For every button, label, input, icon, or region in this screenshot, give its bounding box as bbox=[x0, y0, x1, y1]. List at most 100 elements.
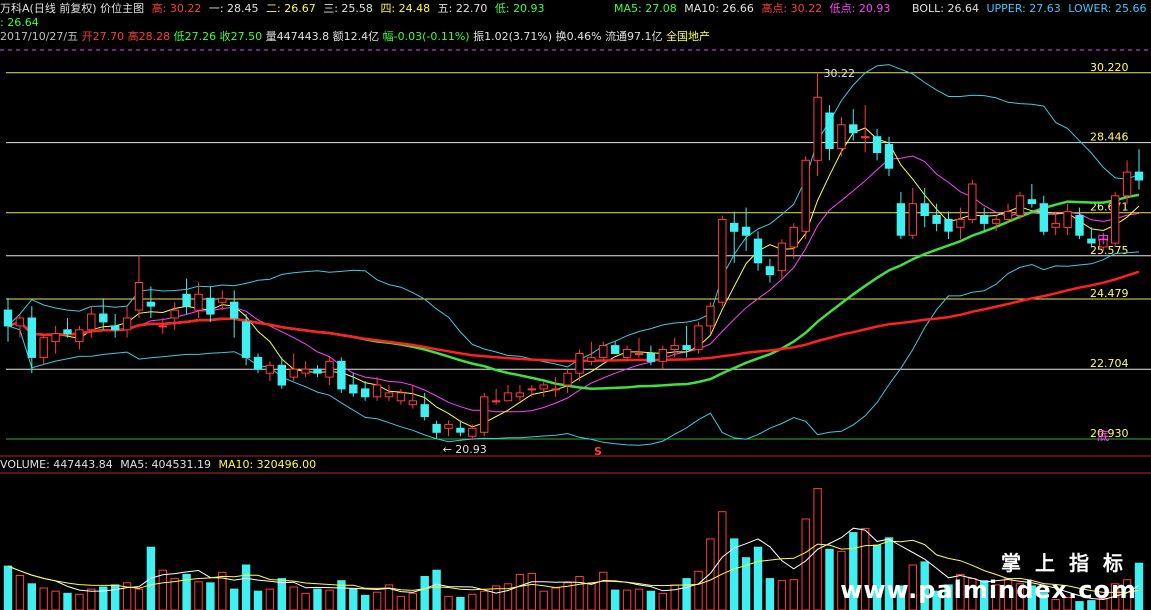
candle-body bbox=[122, 317, 132, 331]
candle-body bbox=[289, 368, 298, 378]
candle-body bbox=[980, 215, 989, 224]
candle-body bbox=[968, 183, 977, 220]
boll-lower-band bbox=[7, 251, 1140, 446]
boll-lower: LOWER: 25.66 bbox=[1068, 2, 1147, 15]
candle-body bbox=[75, 329, 84, 343]
candle-body bbox=[218, 297, 227, 303]
candle-body bbox=[253, 356, 263, 370]
candle-body bbox=[384, 392, 394, 398]
candle-body bbox=[872, 136, 882, 153]
boll-values: BOLL: 26.64 UPPER: 27.63 LOWER: 25.66 bbox=[912, 2, 1150, 16]
volume-bar bbox=[694, 570, 703, 610]
date: 2017/10/27/五 bbox=[0, 30, 79, 43]
candle-body bbox=[491, 400, 501, 403]
candle-body bbox=[158, 325, 168, 328]
volume-bar bbox=[765, 578, 775, 610]
volume-bar bbox=[361, 594, 370, 610]
volume-bar bbox=[491, 585, 501, 610]
volume-bar bbox=[658, 592, 667, 610]
candle-body bbox=[611, 345, 620, 355]
volume-bar bbox=[587, 582, 596, 610]
header-line-1-right: MA5: 27.08 MA10: 26.66 高点: 30.22 低点: 20.… bbox=[614, 2, 894, 16]
candle-body bbox=[706, 305, 715, 327]
volume-bar bbox=[706, 538, 715, 610]
candle-body bbox=[765, 266, 775, 276]
candle-body bbox=[1075, 215, 1084, 236]
ma5-line bbox=[7, 127, 1140, 428]
candle-body bbox=[420, 404, 429, 418]
candle-body bbox=[111, 325, 120, 331]
volume-bar bbox=[170, 578, 179, 610]
volume-bar bbox=[539, 590, 548, 610]
volume-bar bbox=[646, 590, 656, 610]
candle-body bbox=[670, 345, 679, 351]
candle-body bbox=[1122, 171, 1132, 197]
candle-body bbox=[575, 353, 584, 374]
zhong-marker: 中 bbox=[1097, 231, 1109, 246]
candle-body bbox=[658, 349, 667, 362]
volume-header: VOLUME: 447443.84 MA5: 404531.19 MA10: 3… bbox=[0, 458, 320, 472]
volume-bar bbox=[349, 588, 358, 610]
candle-body bbox=[837, 124, 846, 150]
candle-body bbox=[861, 136, 870, 139]
candle-body bbox=[63, 329, 72, 335]
candle-body bbox=[3, 309, 13, 327]
candle-body bbox=[230, 301, 239, 319]
high-point-annotation: 30.22 bbox=[824, 67, 856, 80]
volume-bar bbox=[634, 588, 644, 610]
candle-body bbox=[99, 313, 108, 323]
volume-bar bbox=[325, 589, 334, 610]
level-5: 五: 22.70 bbox=[437, 2, 488, 15]
candle-body bbox=[432, 423, 441, 433]
header-extra: : 26.64 bbox=[0, 16, 43, 30]
candle-body bbox=[622, 349, 632, 358]
volume-bar bbox=[241, 564, 251, 610]
candle-body bbox=[777, 242, 787, 272]
volume-ma10: MA10: 320496.00 bbox=[218, 458, 317, 471]
stock-chart[interactable]: 30.22028.44626.67125.57524.47922.70420.9… bbox=[0, 0, 1151, 610]
candle-body bbox=[956, 218, 965, 228]
candle-body bbox=[1051, 222, 1060, 228]
volume-bar bbox=[158, 569, 168, 610]
candle-body bbox=[194, 293, 203, 311]
candle-body bbox=[408, 400, 418, 406]
candle-body bbox=[1015, 195, 1025, 217]
volume-bar bbox=[611, 589, 620, 610]
stock-title: 万科A(日线 前复权) 价位主图 bbox=[0, 2, 145, 15]
candle-body bbox=[146, 301, 156, 307]
volume-bar bbox=[801, 518, 810, 610]
candle-body bbox=[1087, 238, 1096, 244]
volume: 量447443.8 bbox=[265, 30, 330, 43]
candle-body bbox=[51, 333, 60, 343]
candle-body bbox=[444, 423, 453, 429]
volume-bar bbox=[575, 576, 584, 610]
open: 开27.70 bbox=[81, 30, 125, 43]
volume-bar bbox=[825, 548, 834, 610]
volume-value: VOLUME: 447443.84 bbox=[0, 458, 113, 471]
candle-body bbox=[1039, 203, 1048, 232]
volume-bar bbox=[134, 588, 144, 610]
level-1: 一: 28.45 bbox=[208, 2, 259, 15]
candle-body bbox=[396, 392, 406, 402]
level-4: 四: 24.48 bbox=[380, 2, 431, 15]
volume-bar bbox=[301, 592, 310, 610]
sector: 全国地产 bbox=[666, 30, 711, 43]
candle-body bbox=[1063, 211, 1072, 228]
candle-body bbox=[539, 384, 548, 390]
candle-body bbox=[503, 392, 513, 402]
volume-bar bbox=[313, 588, 322, 610]
candle-body bbox=[753, 238, 763, 264]
candle-body bbox=[1003, 211, 1013, 221]
header-line-1: 万科A(日线 前复权) 价位主图 高: 30.22 一: 28.45 二: 26… bbox=[0, 2, 549, 16]
candle-body bbox=[789, 226, 798, 248]
candle-body bbox=[551, 388, 560, 391]
candle-body bbox=[182, 293, 191, 307]
volume-bar bbox=[551, 587, 560, 610]
low-label: 低: 20.93 bbox=[494, 2, 545, 15]
candle-body bbox=[527, 388, 536, 391]
candle-body bbox=[15, 317, 25, 327]
volume-bar bbox=[194, 581, 203, 610]
candle-body bbox=[1027, 199, 1037, 205]
candle-body bbox=[730, 222, 739, 232]
volume-bar bbox=[51, 590, 60, 610]
